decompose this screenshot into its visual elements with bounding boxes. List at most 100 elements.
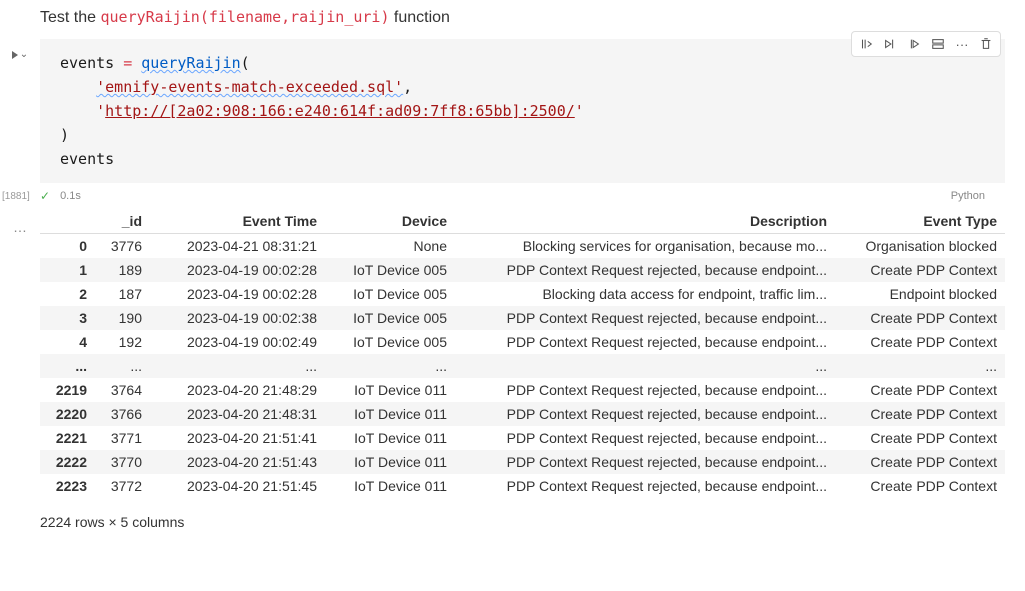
table-header: Event Type [835,209,1005,234]
table-cell: IoT Device 005 [325,306,455,330]
output-options-icon[interactable]: … [0,209,40,530]
table-cell: 2220 [40,402,95,426]
table-cell: Create PDP Context [835,474,1005,498]
table-cell: 3770 [95,450,150,474]
table-header: Event Time [150,209,325,234]
table-cell: 1 [40,258,95,282]
table-cell: PDP Context Request rejected, because en… [455,450,835,474]
execution-time: 0.1s [60,190,81,202]
code-token-url: http://[2a02:908:166:e240:614f:ad09:7ff8… [105,102,575,120]
table-cell: IoT Device 005 [325,282,455,306]
table-row: 11892023-04-19 00:02:28IoT Device 005PDP… [40,258,1005,282]
table-cell: 2219 [40,378,95,402]
table-cell: ... [325,354,455,378]
table-row: 037762023-04-21 08:31:21NoneBlocking ser… [40,234,1005,259]
table-cell: PDP Context Request rejected, because en… [455,426,835,450]
table-row: 222337722023-04-20 21:51:45IoT Device 01… [40,474,1005,498]
table-cell: 2221 [40,426,95,450]
code-token: = [114,54,141,72]
execute-above-icon[interactable] [882,36,898,52]
table-cell: 192 [95,330,150,354]
table-cell: IoT Device 011 [325,402,455,426]
table-cell: PDP Context Request rejected, because en… [455,306,835,330]
table-cell: Endpoint blocked [835,282,1005,306]
table-row: 31902023-04-19 00:02:38IoT Device 005PDP… [40,306,1005,330]
table-cell: IoT Device 005 [325,330,455,354]
execution-count: [1881] [2,191,30,202]
table-cell: Blocking services for organisation, beca… [455,234,835,259]
table-cell: Organisation blocked [835,234,1005,259]
table-row: 41922023-04-19 00:02:49IoT Device 005PDP… [40,330,1005,354]
table-row: 222237702023-04-20 21:51:43IoT Device 01… [40,450,1005,474]
md-text-prefix: Test the [40,9,100,26]
table-cell: 3776 [95,234,150,259]
table-cell: PDP Context Request rejected, because en… [455,258,835,282]
table-body: 037762023-04-21 08:31:21NoneBlocking ser… [40,234,1005,499]
table-cell: 2023-04-20 21:51:41 [150,426,325,450]
table-header-row: _id Event Time Device Description Event … [40,209,1005,234]
table-cell: Create PDP Context [835,426,1005,450]
table-cell: Create PDP Context [835,378,1005,402]
md-text-suffix: function [389,9,449,26]
delete-cell-icon[interactable] [978,36,994,52]
more-actions-icon[interactable]: ··· [954,36,970,52]
code-token: queryRaijin [141,54,240,72]
table-cell: PDP Context Request rejected, because en… [455,474,835,498]
code-cell: ⌄ ··· events = queryRaijin( 'emnify-even… [0,39,1025,209]
table-cell: 2023-04-20 21:48:31 [150,402,325,426]
table-cell: 3 [40,306,95,330]
table-cell: 187 [95,282,150,306]
chevron-down-icon: ⌄ [20,49,28,60]
table-row: 222037662023-04-20 21:48:31IoT Device 01… [40,402,1005,426]
table-cell: 2023-04-21 08:31:21 [150,234,325,259]
execute-below-icon[interactable] [906,36,922,52]
table-row: .................. [40,354,1005,378]
code-token: ( [241,54,250,72]
table-cell: Create PDP Context [835,450,1005,474]
table-cell: PDP Context Request rejected, because en… [455,378,835,402]
dataframe-table: _id Event Time Device Description Event … [40,209,1005,498]
code-token: events [60,150,114,168]
table-cell: 2023-04-19 00:02:38 [150,306,325,330]
code-token: ' [575,102,584,120]
table-cell: 2023-04-19 00:02:49 [150,330,325,354]
table-header: Device [325,209,455,234]
table-cell: Create PDP Context [835,330,1005,354]
split-cell-icon[interactable] [930,36,946,52]
table-cell: Create PDP Context [835,306,1005,330]
table-cell: IoT Device 005 [325,258,455,282]
code-token: 'emnify-events-match-exceeded.sql' [96,78,403,96]
code-editor[interactable]: events = queryRaijin( 'emnify-events-mat… [40,39,1005,183]
table-cell: 0 [40,234,95,259]
code-token [60,102,96,120]
table-cell: ... [95,354,150,378]
code-token: ) [60,126,69,144]
table-cell: ... [835,354,1005,378]
run-by-line-icon[interactable] [858,36,874,52]
table-cell: 2023-04-19 00:02:28 [150,258,325,282]
table-row: 221937642023-04-20 21:48:29IoT Device 01… [40,378,1005,402]
table-cell: PDP Context Request rejected, because en… [455,330,835,354]
cell-toolbar: ··· [851,31,1001,57]
language-label[interactable]: Python [951,190,985,202]
cell-body: ··· events = queryRaijin( 'emnify-events… [40,39,1025,209]
table-row: 222137712023-04-20 21:51:41IoT Device 01… [40,426,1005,450]
run-cell-button[interactable]: ⌄ [12,49,28,60]
table-cell: Create PDP Context [835,258,1005,282]
table-cell: Create PDP Context [835,402,1005,426]
play-icon [12,51,18,59]
execution-info: [1881] ✓ 0.1s Python [40,183,1005,209]
code-token: ' [96,102,105,120]
table-cell: 4 [40,330,95,354]
success-check-icon: ✓ [40,189,50,203]
table-cell: 3771 [95,426,150,450]
table-cell: 3766 [95,402,150,426]
table-row: 21872023-04-19 00:02:28IoT Device 005Blo… [40,282,1005,306]
table-header [40,209,95,234]
table-cell: 2023-04-20 21:51:43 [150,450,325,474]
table-cell: 2023-04-20 21:51:45 [150,474,325,498]
output-area: … _id Event Time Device Description Even… [0,209,1025,530]
table-cell: 2 [40,282,95,306]
table-cell: IoT Device 011 [325,450,455,474]
table-cell: PDP Context Request rejected, because en… [455,402,835,426]
